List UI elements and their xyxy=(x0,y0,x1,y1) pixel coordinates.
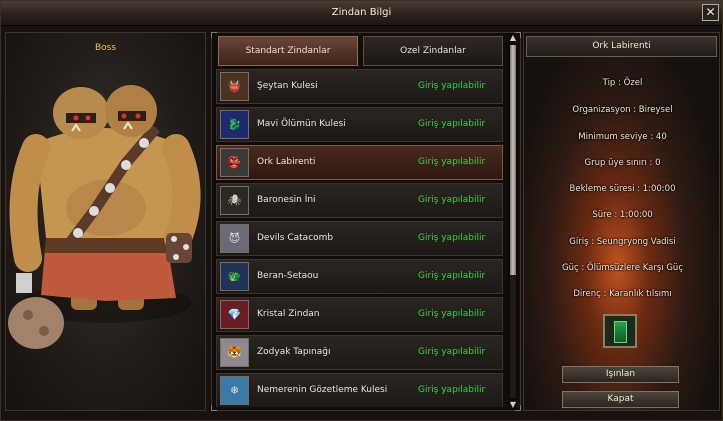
talisman-icon xyxy=(603,314,637,348)
dungeon-name: Nemerenin Gözetleme Kulesi xyxy=(257,385,388,395)
info-resistance: Direnç : Karanlık tılsımı xyxy=(573,289,672,299)
list-item[interactable]: ❄ Nemerenin Gözetleme Kulesi Giriş yapıl… xyxy=(216,373,503,407)
dragon-icon: 🐲 xyxy=(220,262,249,291)
info-strength: Güç : Ölümsüzlere Karşı Güç xyxy=(561,263,683,273)
dungeon-status: Giriş yapılabilir xyxy=(418,309,486,319)
scroll-up-arrow-icon[interactable]: ▲ xyxy=(508,33,518,43)
dungeon-list: 👹 Şeytan Kulesi Giriş yapılabilir 🐉 Mavi… xyxy=(216,69,503,407)
dungeon-status: Giriş yapılabilir xyxy=(418,233,486,243)
list-item[interactable]: 🐉 Mavi Ölümün Kulesi Giriş yapılabilir xyxy=(216,107,503,142)
list-item-selected[interactable]: 👺 Ork Labirenti Giriş yapılabilir xyxy=(216,145,503,180)
dungeon-status: Giriş yapılabilir xyxy=(418,347,486,357)
close-icon[interactable]: ✕ xyxy=(702,4,719,21)
info-type: Tip : Özel xyxy=(602,78,643,88)
dungeon-list-panel: Standart Zindanlar Ozel Zindanlar 👹 Şeyt… xyxy=(211,32,521,411)
orc-icon: 👺 xyxy=(220,148,249,177)
dungeon-name: Zodyak Tapınağı xyxy=(257,347,331,357)
dungeon-name: Ork Labirenti xyxy=(257,157,316,167)
orc-boss-image xyxy=(8,85,201,349)
ice-dragon-icon: ❄ xyxy=(220,376,249,405)
dungeon-name: Baronesin İni xyxy=(257,195,316,205)
info-entrance: Giriş : Seungryong Vadisi xyxy=(569,237,676,247)
window-title: Zindan Bilgi xyxy=(331,7,392,18)
dungeon-details-panel: Ork Labirenti Tip : Özel Organizasyon : … xyxy=(523,32,720,411)
info-duration: Süre : 1:00:00 xyxy=(592,210,653,220)
dungeon-status: Giriş yapılabilir xyxy=(418,271,486,281)
dungeon-name: Beran-Setaou xyxy=(257,271,319,281)
zodiac-icon: 🐯 xyxy=(220,338,249,367)
list-item[interactable]: 🐲 Beran-Setaou Giriş yapılabilir xyxy=(216,259,503,294)
dungeon-status: Giriş yapılabilir xyxy=(418,195,486,205)
tab-standart-zindanlar[interactable]: Standart Zindanlar xyxy=(218,36,358,66)
dungeon-status: Giriş yapılabilir xyxy=(418,81,486,91)
scroll-down-arrow-icon[interactable]: ▼ xyxy=(508,400,518,410)
info-cooldown: Bekleme süresi : 1:00:00 xyxy=(569,184,676,194)
dungeon-status: Giriş yapılabilir xyxy=(418,385,486,395)
scroll-track[interactable] xyxy=(510,45,516,398)
demon-icon: 👹 xyxy=(220,72,249,101)
dungeon-status: Giriş yapılabilir xyxy=(418,157,486,167)
list-item[interactable]: 👹 Şeytan Kulesi Giriş yapılabilir xyxy=(216,69,503,104)
info-party-limit: Grup üye sınırı : 0 xyxy=(584,158,661,168)
boss-panel: Boss xyxy=(5,32,206,411)
info-min-level: Minimum seviye : 40 xyxy=(578,132,667,142)
list-item[interactable]: 😈 Devils Catacomb Giriş yapılabilir xyxy=(216,221,503,256)
dungeon-name: Kristal Zindan xyxy=(257,309,320,319)
title-bar[interactable]: Zindan Bilgi ✕ xyxy=(1,1,722,26)
list-item[interactable]: 🐯 Zodyak Tapınağı Giriş yapılabilir xyxy=(216,335,503,370)
dungeon-name: Şeytan Kulesi xyxy=(257,81,318,91)
info-organization: Organizasyon : Bireysel xyxy=(572,105,673,115)
close-button[interactable]: Kapat xyxy=(562,391,679,408)
dungeon-name: Mavi Ölümün Kulesi xyxy=(257,119,346,129)
blue-dragon-icon: 🐉 xyxy=(220,110,249,139)
spider-icon: 🕷 xyxy=(220,186,249,215)
scrollbar[interactable]: ▲ ▼ xyxy=(508,33,518,410)
list-item[interactable]: 💎 Kristal Zindan Giriş yapılabilir xyxy=(216,297,503,332)
devil-icon: 😈 xyxy=(220,224,249,253)
dungeon-name: Devils Catacomb xyxy=(257,233,334,243)
scroll-thumb[interactable] xyxy=(510,45,516,275)
tab-ozel-zindanlar[interactable]: Ozel Zindanlar xyxy=(363,36,503,66)
dungeon-info-window: Zindan Bilgi ✕ Boss Standart Zindanlar O… xyxy=(0,0,723,421)
crystal-icon: 💎 xyxy=(220,300,249,329)
teleport-button[interactable]: Işınlan xyxy=(562,366,679,383)
dungeon-status: Giriş yapılabilir xyxy=(418,119,486,129)
details-title: Ork Labirenti xyxy=(526,36,717,57)
list-item[interactable]: 🕷 Baronesin İni Giriş yapılabilir xyxy=(216,183,503,218)
